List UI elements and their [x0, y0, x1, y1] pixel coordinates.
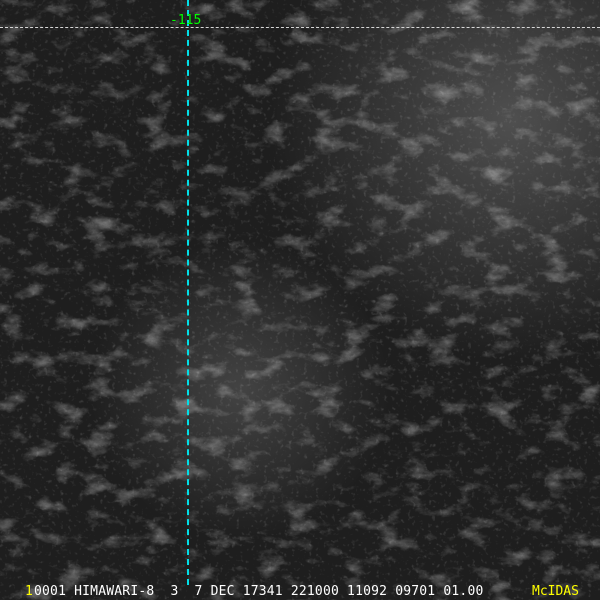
frame-number: 1 — [25, 584, 33, 599]
info-bar: 1 0001 HIMAWARI-8 3 7 DEC 17341 221000 1… — [0, 580, 600, 600]
longitude-label: -115 — [170, 13, 202, 28]
satellite-imagery — [0, 0, 600, 600]
longitude-grid-line — [187, 0, 189, 585]
satellite-image-view: -115 1 0001 HIMAWARI-8 3 7 DEC 17341 221… — [0, 0, 600, 600]
image-info-line: 0001 HIMAWARI-8 3 7 DEC 17341 221000 110… — [34, 584, 484, 599]
mcidas-logo: McIDAS — [532, 584, 579, 599]
latitude-grid-line — [0, 27, 600, 28]
